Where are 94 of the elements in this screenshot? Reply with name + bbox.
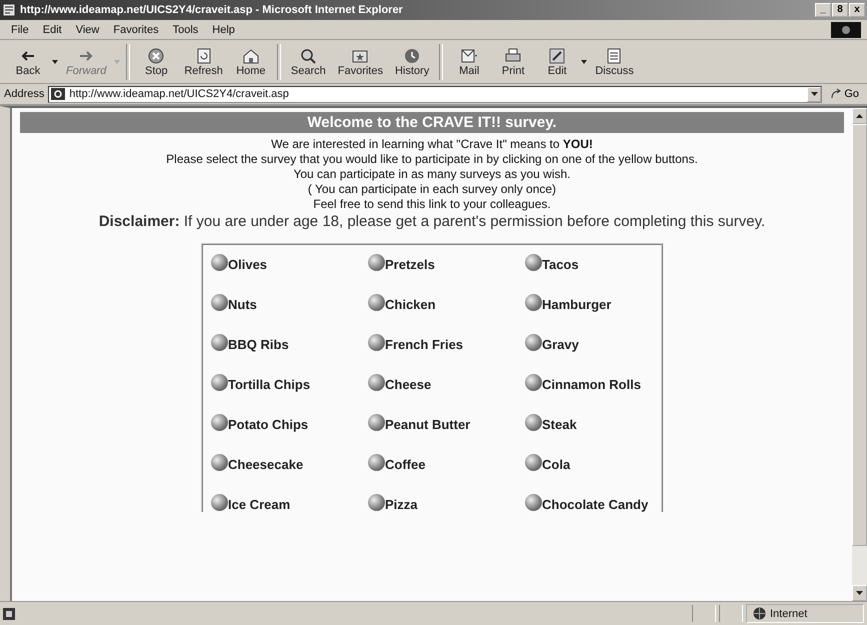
toolbar-button[interactable]: Edit — [535, 46, 580, 78]
survey-label: Chocolate Candy — [542, 497, 648, 512]
survey-button[interactable] — [211, 374, 228, 391]
envelope-icon — [459, 46, 480, 64]
menu-item[interactable]: Favorites — [108, 24, 164, 36]
survey-label: Hamburger — [542, 297, 612, 312]
menu-item[interactable]: Help — [207, 24, 240, 36]
survey-button[interactable] — [211, 494, 228, 511]
page-icon — [51, 88, 66, 100]
page-heading: Welcome to the CRAVE IT!! survey. — [20, 112, 844, 133]
menu-item[interactable]: View — [70, 24, 104, 36]
dropdown-arrow-icon[interactable] — [52, 60, 58, 64]
survey-label: Olives — [228, 257, 268, 272]
survey-label: Chicken — [385, 297, 436, 312]
survey-button[interactable] — [368, 454, 385, 471]
survey-label: Peanut Butter — [385, 417, 470, 432]
dropdown-arrow-icon[interactable] — [581, 60, 588, 64]
survey-label: Cola — [542, 457, 570, 472]
down-arrow-icon[interactable] — [856, 591, 863, 595]
window-control-button[interactable]: _ — [815, 3, 831, 17]
status-panel — [692, 605, 716, 622]
survey-button[interactable] — [368, 294, 385, 311]
survey-button[interactable] — [368, 494, 385, 511]
survey-label: Pretzels — [385, 257, 435, 272]
survey-button[interactable] — [211, 254, 228, 271]
toolbar-button[interactable]: Discuss — [589, 46, 640, 78]
survey-label: Coffee — [385, 457, 426, 472]
survey-label: Cheese — [385, 377, 432, 392]
printer-icon — [503, 46, 524, 64]
toolbar-button[interactable]: Print — [491, 46, 536, 78]
survey-label: Ice Cream — [228, 497, 290, 512]
caret-icon — [810, 92, 818, 96]
survey-button[interactable] — [525, 374, 542, 391]
window-title: http://www.ideamap.net/UICS2Y4/craveit.asp - Microsoft Internet Explorer — [20, 4, 404, 16]
browser-icon — [2, 3, 16, 17]
survey-button[interactable] — [525, 454, 542, 471]
survey-label: Tortilla Chips — [228, 377, 310, 392]
intro-text: ( You can participate in each survey only once) — [306, 182, 558, 197]
survey-label: Steak — [542, 417, 577, 432]
dropdown-button[interactable] — [807, 86, 822, 102]
survey-button[interactable] — [525, 494, 542, 511]
survey-button[interactable] — [368, 374, 385, 391]
survey-button[interactable] — [525, 294, 542, 311]
survey-label: BBQ Ribs — [228, 337, 289, 352]
status-panel — [719, 605, 743, 622]
home-icon — [240, 46, 261, 64]
survey-label: Potato Chips — [228, 417, 308, 432]
intro-text: Feel free to send this link to your colleagues. — [312, 197, 552, 212]
logo-icon — [831, 22, 861, 38]
toolbar-button[interactable]: Stop — [134, 46, 178, 78]
intro-text: Please select the survey that you would like to participate in by clicking on one of the yellow buttons. — [165, 152, 699, 167]
survey-button[interactable] — [211, 334, 228, 351]
survey-button[interactable] — [368, 414, 385, 431]
address-label: Address — [4, 88, 44, 100]
survey-label: Cheesecake — [228, 457, 304, 472]
survey-label: Pizza — [385, 497, 418, 512]
menu-item[interactable]: File — [6, 24, 34, 36]
survey-button[interactable] — [368, 334, 385, 351]
survey-button[interactable] — [368, 254, 385, 271]
survey-button[interactable] — [525, 254, 542, 271]
address-field[interactable]: http://www.ideamap.net/UICS2Y4/craveit.asp — [48, 86, 822, 102]
go-button[interactable]: Go — [826, 88, 863, 100]
survey-label: Tacos — [542, 257, 579, 272]
window-control-button[interactable]: 8 — [832, 3, 848, 17]
survey-button[interactable] — [211, 414, 228, 431]
globe-icon — [753, 607, 766, 620]
pencil-icon — [547, 46, 568, 64]
survey-button[interactable] — [525, 414, 542, 431]
intro-text: We are interested in learning what "Crave It" means to YOU! — [270, 137, 594, 152]
survey-label: Gravy — [542, 337, 579, 352]
scrollbar[interactable] — [852, 108, 867, 601]
disclaimer-text: Disclaimer: If you are under age 18, please get a parent's permission before completing this survey. — [98, 212, 766, 231]
window-control-button[interactable]: x — [849, 3, 865, 17]
go-arrow-icon — [830, 88, 842, 100]
zone-label: Internet — [770, 608, 808, 620]
toolbar-button[interactable]: Favorites — [332, 46, 389, 78]
toolbar-button[interactable]: Refresh — [178, 46, 229, 78]
toolbar-button[interactable]: Back — [6, 46, 50, 78]
survey-button[interactable] — [211, 454, 228, 471]
up-arrow-icon[interactable] — [856, 114, 863, 118]
page-icon — [3, 608, 15, 620]
toolbar-button[interactable]: Search — [284, 46, 332, 78]
survey-button[interactable] — [525, 334, 542, 351]
toolbar-button[interactable]: Home — [228, 46, 273, 78]
menu-item[interactable]: Tools — [168, 24, 204, 36]
survey-label: Nuts — [228, 297, 257, 312]
menu-item[interactable]: Edit — [38, 24, 67, 36]
toolbar-button[interactable]: History — [388, 46, 436, 78]
survey-label: French Fries — [385, 337, 464, 352]
toolbar-button[interactable]: Mail — [447, 46, 492, 78]
intro-text: You can participate in as many surveys as you wish. — [292, 167, 572, 182]
stop-icon — [146, 46, 166, 64]
survey-label: Cinnamon Rolls — [542, 377, 641, 392]
survey-button[interactable] — [211, 294, 228, 311]
